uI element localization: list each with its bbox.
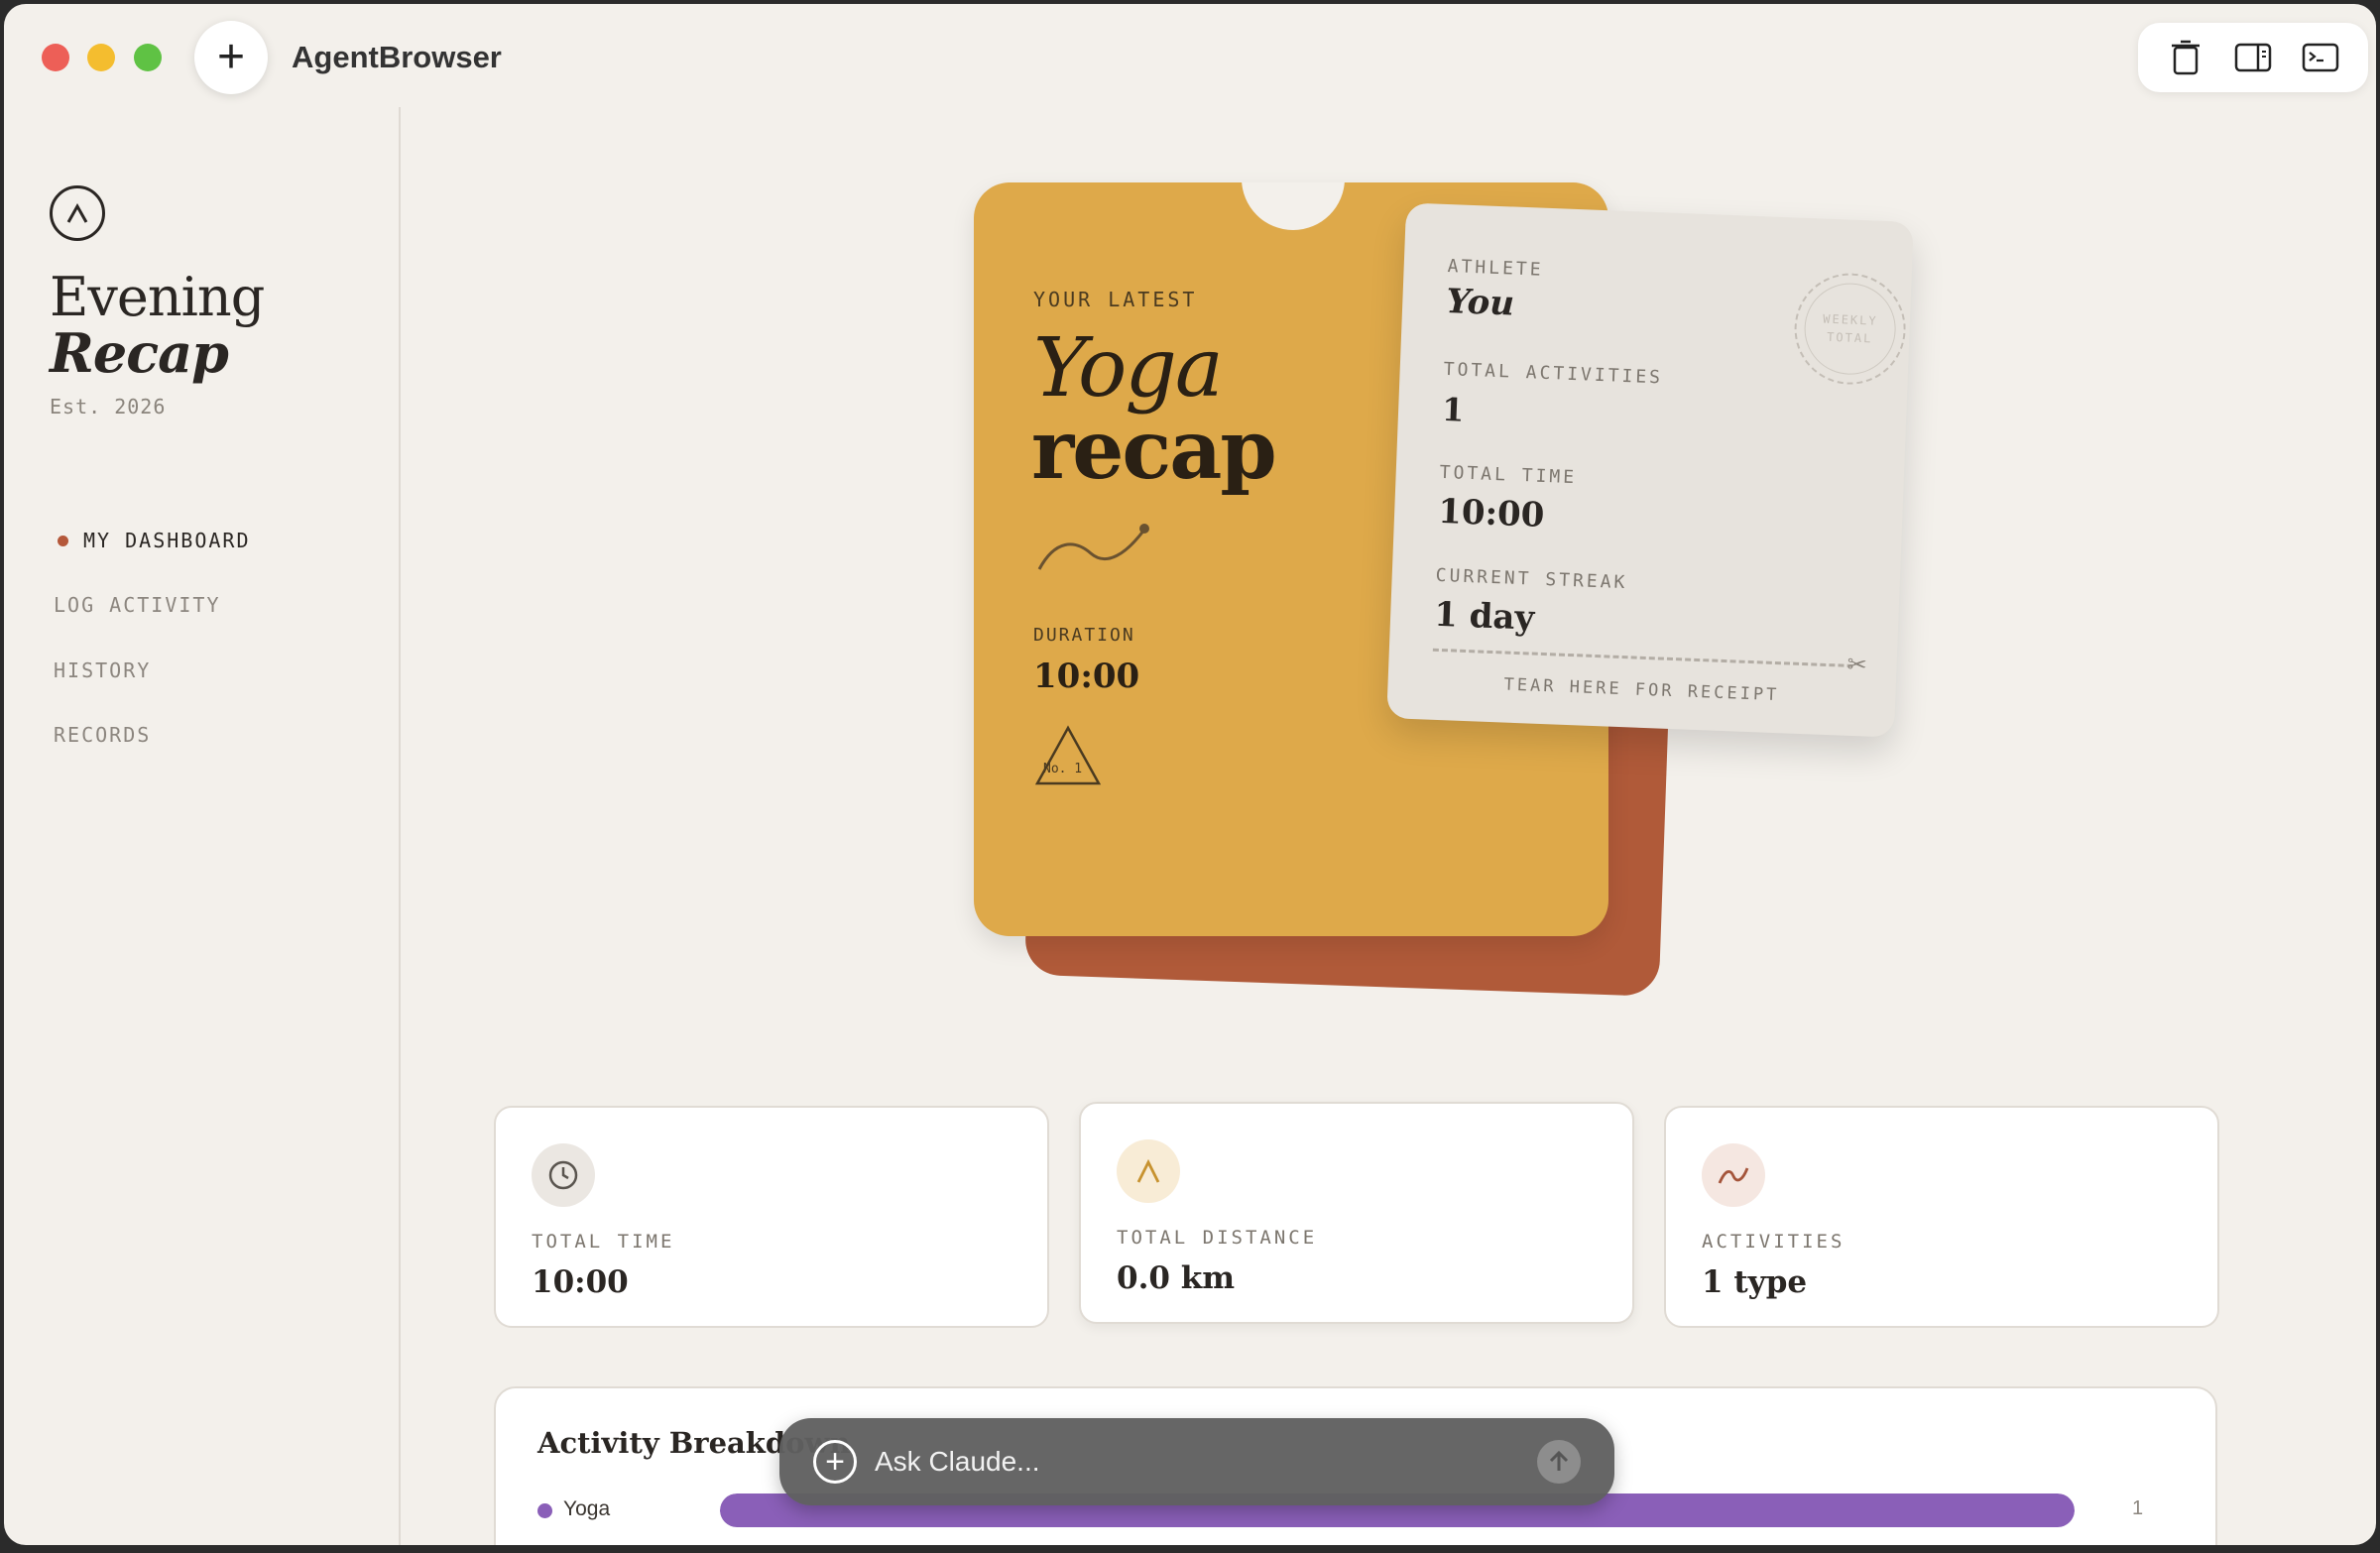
card-notch bbox=[1242, 182, 1345, 230]
total-time-label: TOTAL TIME bbox=[1439, 461, 1578, 489]
minimize-window-button[interactable] bbox=[87, 44, 115, 71]
nav-item-log-activity[interactable]: LOG ACTIVITY bbox=[54, 593, 221, 617]
app-title: AgentBrowser bbox=[292, 40, 502, 74]
tear-here-text: TEAR HERE FOR RECEIPT bbox=[1503, 674, 1780, 706]
nav-item-history[interactable]: HISTORY bbox=[54, 658, 151, 682]
logo-peak-icon[interactable] bbox=[50, 185, 105, 241]
nav-item-label: HISTORY bbox=[54, 658, 152, 682]
brand-title-line2: Recap bbox=[50, 321, 229, 385]
badge-triangle-icon: No. 1 bbox=[1033, 724, 1103, 787]
hero-duration-label: DURATION bbox=[1033, 625, 1135, 646]
squiggle-icon bbox=[1037, 524, 1149, 570]
active-dot bbox=[58, 536, 68, 546]
stat-label: TOTAL DISTANCE bbox=[1117, 1227, 1318, 1249]
browser-window: + AgentBrowser Evening Recap Est. 2026 M… bbox=[4, 4, 2376, 1545]
scissors-icon: ✂ bbox=[1846, 651, 1868, 679]
breakdown-row-count: 1 bbox=[2132, 1497, 2144, 1519]
nav-item-label: RECORDS bbox=[54, 723, 152, 747]
breakdown-row-dot bbox=[537, 1503, 552, 1518]
arrow-up-icon bbox=[1549, 1450, 1569, 1471]
toolbar-pill bbox=[2138, 23, 2368, 92]
stat-card-total-time: TOTAL TIME 10:00 bbox=[494, 1106, 1049, 1328]
sidebar-toggle-icon[interactable] bbox=[2232, 37, 2274, 78]
nav-item-label: MY DASHBOARD bbox=[83, 529, 251, 552]
plus-icon: + bbox=[216, 31, 246, 83]
weekly-total-stamp: WEEKLY TOTAL bbox=[1792, 271, 1908, 387]
main-content: YOUR LATEST Yoga recap DURATION 10:00 No… bbox=[403, 107, 2376, 1545]
stat-value: 1 type bbox=[1702, 1264, 1808, 1300]
current-streak-label: CURRENT STREAK bbox=[1435, 564, 1628, 594]
stamp-ring bbox=[1802, 281, 1898, 377]
current-streak-value: 1 day bbox=[1433, 594, 1536, 639]
nav-item-records[interactable]: RECORDS bbox=[54, 723, 151, 747]
total-activities-value: 1 bbox=[1441, 390, 1466, 429]
brand-established: Est. 2026 bbox=[50, 395, 167, 418]
stat-card-total-distance: TOTAL DISTANCE 0.0 km bbox=[1079, 1102, 1634, 1324]
sidebar: Evening Recap Est. 2026 MY DASHBOARD LOG… bbox=[4, 107, 401, 1545]
trend-icon bbox=[1702, 1143, 1765, 1207]
athlete-label: ATHLETE bbox=[1447, 256, 1544, 281]
ask-claude-input[interactable] bbox=[875, 1436, 1489, 1488]
badge-number: No. 1 bbox=[1043, 762, 1083, 776]
ask-add-button[interactable]: + bbox=[813, 1440, 857, 1484]
peak-icon bbox=[1117, 1139, 1180, 1203]
hero-kicker: YOUR LATEST bbox=[1033, 288, 1198, 311]
nav-item-my-dashboard[interactable]: MY DASHBOARD bbox=[58, 529, 251, 552]
total-activities-label: TOTAL ACTIVITIES bbox=[1443, 358, 1664, 389]
ask-claude-bar: + bbox=[779, 1418, 1614, 1505]
plus-icon: + bbox=[825, 1443, 845, 1481]
trash-icon[interactable] bbox=[2165, 37, 2206, 78]
total-time-value: 10:00 bbox=[1437, 491, 1546, 536]
brand-title-line1: Evening bbox=[50, 266, 265, 328]
stat-label: TOTAL TIME bbox=[532, 1231, 675, 1253]
stat-value: 0.0 km bbox=[1117, 1260, 1236, 1296]
stat-value: 10:00 bbox=[532, 1264, 629, 1300]
maximize-window-button[interactable] bbox=[134, 44, 162, 71]
send-button[interactable] bbox=[1537, 1440, 1581, 1484]
clock-icon bbox=[532, 1143, 595, 1207]
hero-title-bold: recap bbox=[1031, 403, 1277, 498]
stat-card-activities: ACTIVITIES 1 type bbox=[1664, 1106, 2219, 1328]
stat-label: ACTIVITIES bbox=[1702, 1231, 1845, 1253]
breakdown-row-name: Yoga bbox=[563, 1497, 611, 1520]
athlete-value: You bbox=[1445, 281, 1515, 324]
weekly-receipt-card: ATHLETE You WEEKLY TOTAL TOTAL ACTIVITIE… bbox=[1386, 202, 1914, 738]
nav-item-label: LOG ACTIVITY bbox=[54, 593, 221, 617]
hero-duration-value: 10:00 bbox=[1033, 657, 1140, 696]
tear-line bbox=[1432, 648, 1853, 667]
close-window-button[interactable] bbox=[42, 44, 69, 71]
hero-title-italic: Yoga bbox=[1033, 321, 1224, 416]
terminal-icon[interactable] bbox=[2300, 37, 2341, 78]
new-tab-button[interactable]: + bbox=[194, 21, 268, 94]
